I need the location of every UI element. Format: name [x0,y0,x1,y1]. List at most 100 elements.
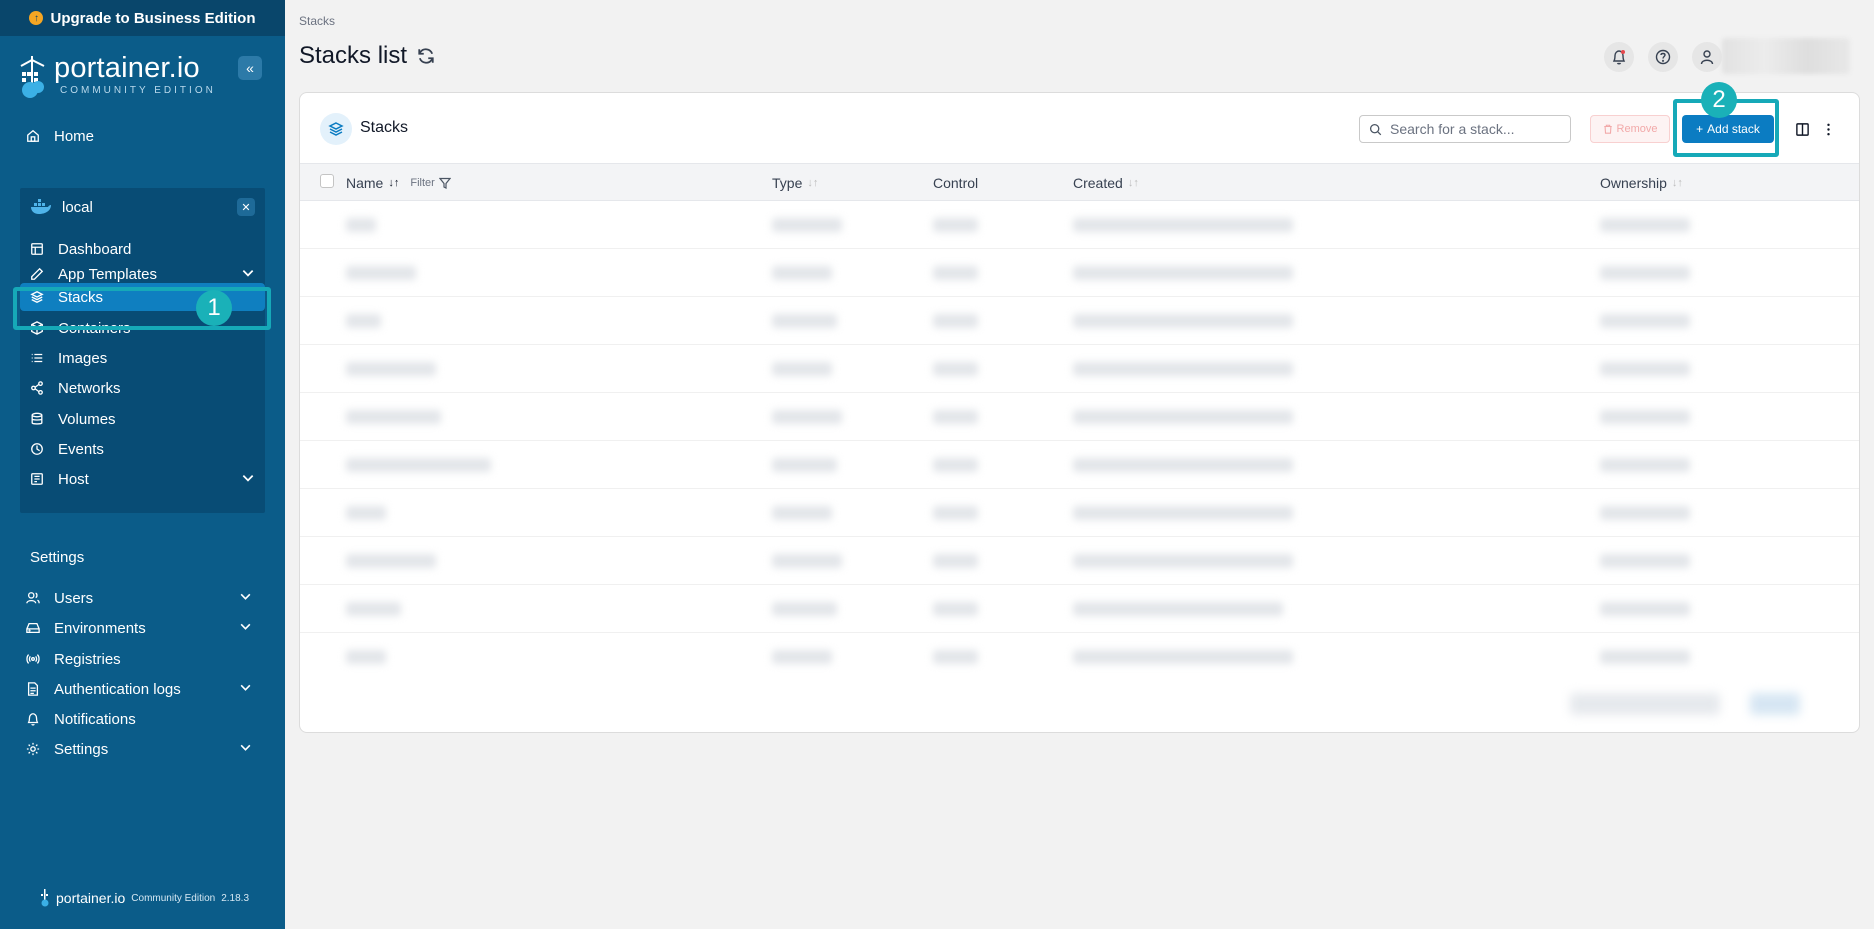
footer-edition: Community Edition [131,892,216,904]
portainer-logo[interactable]: portainer.io COMMUNITY EDITION [18,54,216,100]
list-icon [31,353,43,363]
chevron-down-icon [241,266,255,283]
home-icon [27,129,39,142]
refresh-icon[interactable] [417,47,435,65]
sort-icon: ↓↑ [1127,177,1139,189]
footer-version: 2.18.3 [221,892,250,904]
sidebar-item-registries[interactable]: Registries [26,646,121,672]
sidebar-item-environments[interactable]: Environments [26,615,252,641]
users-icon [26,592,40,604]
column-header-ownership[interactable]: Ownership ↓↑ [1600,175,1683,191]
columns-icon [1795,122,1809,136]
search-input[interactable] [1390,121,1560,137]
collapse-sidebar-button[interactable]: « [238,56,262,80]
file-text-icon [27,682,39,696]
table-row[interactable] [300,633,1859,681]
brand-subtitle: COMMUNITY EDITION [60,85,216,96]
username-redacted[interactable] [1722,38,1850,74]
sidebar-item-label: Volumes [58,410,116,428]
table-row[interactable] [300,537,1859,585]
annotation-box-1 [13,287,271,330]
gear-icon [26,742,40,756]
radio-icon [26,654,40,664]
remove-button[interactable]: Remove [1590,115,1670,143]
help-circle-icon [1655,49,1671,65]
columns-toggle-button[interactable] [1794,121,1810,137]
portainer-logo-icon [41,889,49,907]
sidebar-item-settings[interactable]: Settings [26,736,252,762]
footer-brand-name: portainer.io [56,890,126,906]
filter-icon [438,177,451,189]
sort-icon: ↓↑ [807,177,819,189]
upgrade-label: Upgrade to Business Edition [50,9,256,27]
dashboard-icon [31,243,43,255]
sidebar-item-users[interactable]: Users [26,585,252,611]
database-icon [31,412,43,425]
bell-icon [27,713,39,726]
filter-button[interactable]: Filter [410,177,451,189]
sidebar-item-label: Settings [54,740,109,758]
table-row[interactable] [300,297,1859,345]
table-row[interactable] [300,585,1859,633]
column-label: Name [346,175,384,191]
page-title-text: Stacks list [299,42,408,69]
sidebar-item-label: Users [54,589,94,607]
sidebar-item-label: Images [58,349,108,367]
table-row[interactable] [300,489,1859,537]
column-label: Control [933,175,979,191]
sidebar-item-label: Networks [58,379,121,397]
search-box[interactable] [1359,115,1571,143]
notifications-button[interactable] [1604,42,1634,72]
help-button[interactable] [1648,42,1678,72]
card-title: Stacks [360,119,409,136]
sidebar-item-host[interactable]: Host [30,465,255,493]
more-options-button[interactable] [1820,121,1836,137]
table-header: Name ↓↑ Filter Type ↓↑ Control Created ↓… [300,163,1859,201]
column-label: Ownership [1600,175,1667,191]
environment-header: local ✕ [30,194,255,220]
column-label: Created [1073,175,1123,191]
trash-icon [1603,124,1612,134]
sidebar-item-authentication-logs[interactable]: Authentication logs [26,676,252,702]
stacks-card: Stacks Remove + Add stack Name ↓↑ Filter [299,92,1860,733]
breadcrumb[interactable]: Stacks [299,14,335,28]
remove-label: Remove [1616,123,1658,135]
sidebar-item-images[interactable]: Images [30,344,255,372]
sidebar-item-label: Events [58,440,104,458]
double-chevron-left-icon: « [246,60,254,76]
sidebar-item-label: Registries [54,650,121,668]
sidebar-item-notifications[interactable]: Notifications [26,706,136,732]
pagination-size-select[interactable] [1570,693,1720,715]
chevron-down-icon [239,590,252,606]
sidebar-item-events[interactable]: Events [30,435,255,463]
table-row[interactable] [300,441,1859,489]
column-header-type[interactable]: Type ↓↑ [772,175,818,191]
sidebar-item-dashboard[interactable]: Dashboard [30,235,255,263]
sidebar: ↑ Upgrade to Business Edition portainer.… [0,0,285,929]
close-environment-button[interactable]: ✕ [237,198,255,216]
user-menu-button[interactable] [1692,42,1722,72]
table-row[interactable] [300,249,1859,297]
sidebar-item-volumes[interactable]: Volumes [30,405,255,433]
upgrade-banner[interactable]: ↑ Upgrade to Business Edition [0,0,285,36]
more-vertical-icon [1826,123,1830,135]
search-icon [1369,123,1382,135]
sidebar-item-networks[interactable]: Networks [30,374,255,402]
column-header-created[interactable]: Created ↓↑ [1073,175,1139,191]
sidebar-item-home[interactable]: Home [26,123,94,149]
environment-panel: local ✕ Dashboard App Templates Stacks C… [20,188,265,513]
sort-desc-icon: ↓↑ [388,177,400,189]
column-header-name[interactable]: Name ↓↑ Filter [346,175,451,191]
bell-icon [1612,50,1626,65]
user-icon [1700,50,1714,65]
card-header: Stacks Remove + Add stack [300,93,1859,163]
settings-heading: Settings [30,549,85,566]
pagination-controls[interactable] [1750,693,1800,715]
table-row[interactable] [300,393,1859,441]
chevron-down-icon [239,620,252,636]
table-row[interactable] [300,201,1859,249]
table-row[interactable] [300,345,1859,393]
sidebar-item-label: Authentication logs [54,680,181,698]
portainer-logo-icon [20,56,45,98]
select-all-checkbox[interactable] [320,174,334,188]
